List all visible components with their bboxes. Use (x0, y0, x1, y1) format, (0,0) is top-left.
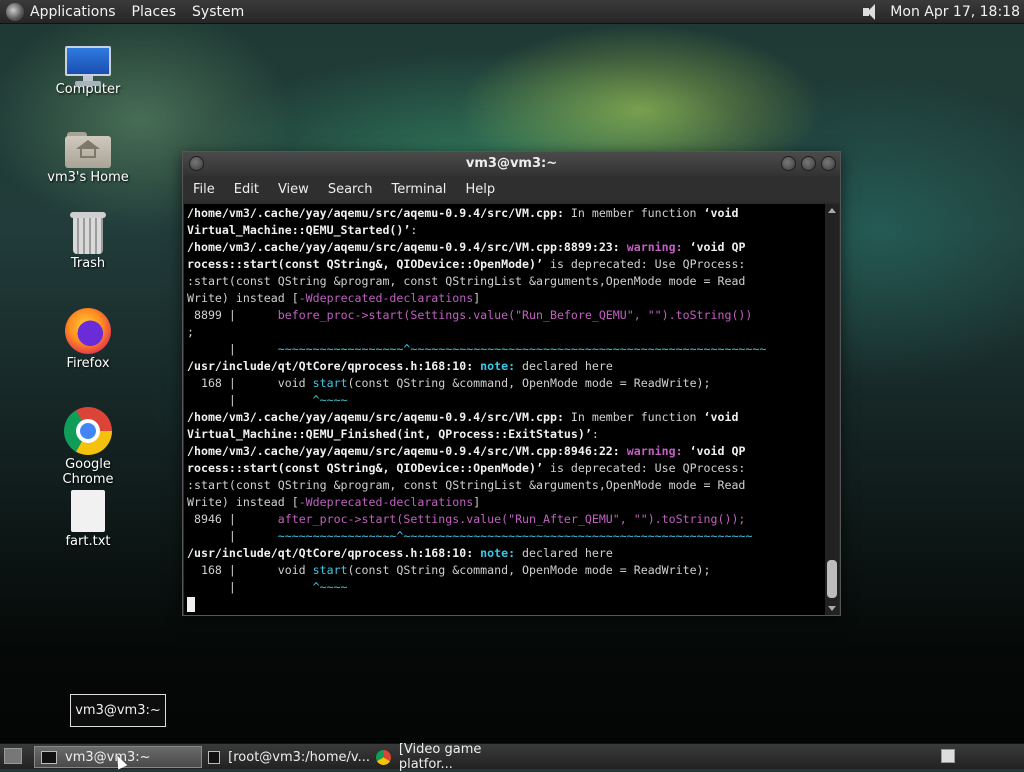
menu-terminal[interactable]: Terminal (391, 182, 446, 197)
desktop-icon-label: Trash (70, 256, 106, 271)
trash-icon (70, 210, 106, 254)
terminal-line: 168 | void start(const QString &command,… (187, 376, 711, 390)
terminal-line: rocess::start(const QString&, QIODevice:… (187, 461, 746, 475)
terminal-line: | ^~~~~ (187, 580, 348, 594)
terminal-line: /home/vm3/.cache/yay/aqemu/src/aqemu-0.9… (187, 444, 746, 458)
desktop-icon-label: vm3's Home (47, 170, 129, 185)
terminal-line: ; (187, 325, 194, 339)
menu-places[interactable]: Places (132, 4, 177, 20)
terminal-line: Write) instead [-Wdeprecated-declaration… (187, 495, 481, 509)
terminal-line: rocess::start(const QString&, QIODevice:… (187, 257, 746, 271)
terminal-line: /usr/include/qt/QtCore/qprocess.h:168:10… (187, 546, 613, 560)
terminal-icon (41, 750, 57, 764)
terminal-line: :start(const QString &program, const QSt… (187, 478, 746, 492)
terminal-line: 8946 | after_proc->start(Settings.value(… (187, 512, 746, 526)
desktop-icon-label: Google Chrome (62, 457, 114, 487)
chrome-icon (64, 407, 112, 455)
computer-icon (65, 46, 111, 86)
terminal-line: Write) instead [-Wdeprecated-declaration… (187, 291, 481, 305)
scroll-up-icon[interactable] (828, 208, 836, 213)
terminal-line: /home/vm3/.cache/yay/aqemu/src/aqemu-0.9… (187, 206, 739, 220)
menu-view[interactable]: View (278, 182, 309, 197)
desktop-icon-label: fart.txt (65, 534, 111, 549)
text-file-icon (71, 490, 105, 532)
desktop-icon-trash[interactable]: Trash (38, 210, 138, 271)
maximize-button[interactable] (801, 156, 816, 171)
top-panel: Applications Places System Mon Apr 17, 1… (0, 0, 1024, 24)
terminal-menubar: File Edit View Search Terminal Help (183, 176, 840, 202)
scroll-down-icon[interactable] (828, 606, 836, 611)
taskbar-tooltip: vm3@vm3:~ (70, 694, 166, 727)
minimize-button[interactable] (781, 156, 796, 171)
terminal-icon (208, 750, 221, 764)
terminal-prompt-line (187, 596, 825, 613)
text-cursor (187, 597, 195, 612)
home-folder-icon (65, 130, 111, 168)
terminal-line: | ~~~~~~~~~~~~~~~~~~^~~~~~~~~~~~~~~~~~~~… (187, 342, 767, 356)
desktop-icon-label: Firefox (66, 356, 110, 371)
terminal-line: | ^~~~~ (187, 393, 348, 407)
chrome-icon (376, 749, 391, 765)
terminal-window[interactable]: vm3@vm3:~ File Edit View Search Terminal… (182, 151, 841, 616)
desktop-icon-chrome[interactable]: Google Chrome (38, 407, 138, 487)
taskbar-item-label: [root@vm3:/home/v... (228, 749, 370, 765)
terminal-line: | ~~~~~~~~~~~~~~~~~^~~~~~~~~~~~~~~~~~~~~… (187, 529, 753, 543)
firefox-icon (65, 308, 111, 354)
terminal-scrollbar[interactable] (825, 204, 839, 615)
terminal-line: Virtual_Machine::QEMU_Finished(int, QPro… (187, 427, 599, 441)
terminal-line: 168 | void start(const QString &command,… (187, 563, 711, 577)
clock[interactable]: Mon Apr 17, 18:18 (890, 4, 1020, 20)
desktop-icon-computer[interactable]: Computer (38, 46, 138, 97)
close-button[interactable] (821, 156, 836, 171)
show-desktop-icon[interactable] (4, 748, 22, 764)
volume-icon[interactable] (860, 2, 882, 22)
terminal-line: 8899 | before_proc->start(Settings.value… (187, 308, 753, 322)
bottom-panel: vm3@vm3:~ [root@vm3:/home/v... [Video ga… (0, 742, 1024, 772)
distro-logo-icon[interactable] (6, 2, 24, 21)
menu-help[interactable]: Help (465, 182, 495, 197)
menu-applications[interactable]: Applications (30, 4, 116, 20)
taskbar-item-label: vm3@vm3:~ (65, 749, 151, 765)
taskbar-item-chrome[interactable]: [Video game platfor... (370, 742, 538, 772)
terminal-line: /home/vm3/.cache/yay/aqemu/src/aqemu-0.9… (187, 240, 746, 254)
terminal-line: /home/vm3/.cache/yay/aqemu/src/aqemu-0.9… (187, 410, 739, 424)
menu-system[interactable]: System (192, 4, 244, 20)
terminal-line: :start(const QString &program, const QSt… (187, 274, 746, 288)
window-titlebar[interactable]: vm3@vm3:~ (183, 152, 840, 176)
window-title: vm3@vm3:~ (465, 156, 558, 171)
taskbar-item-terminal-2[interactable]: [root@vm3:/home/v... (202, 746, 370, 768)
desktop-icon-firefox[interactable]: Firefox (38, 308, 138, 371)
terminal-line: Virtual_Machine::QEMU_Started()’: (187, 223, 418, 237)
terminal-output[interactable]: /home/vm3/.cache/yay/aqemu/src/aqemu-0.9… (184, 204, 825, 615)
menu-file[interactable]: File (193, 182, 215, 197)
desktop-icon-fart-txt[interactable]: fart.txt (38, 490, 138, 549)
desktop-icon-home[interactable]: vm3's Home (38, 130, 138, 185)
scrollbar-thumb[interactable] (827, 560, 837, 598)
workspace-switcher[interactable] (941, 749, 955, 763)
menu-edit[interactable]: Edit (234, 182, 259, 197)
terminal-line: /usr/include/qt/QtCore/qprocess.h:168:10… (187, 359, 613, 373)
menu-search[interactable]: Search (328, 182, 373, 197)
